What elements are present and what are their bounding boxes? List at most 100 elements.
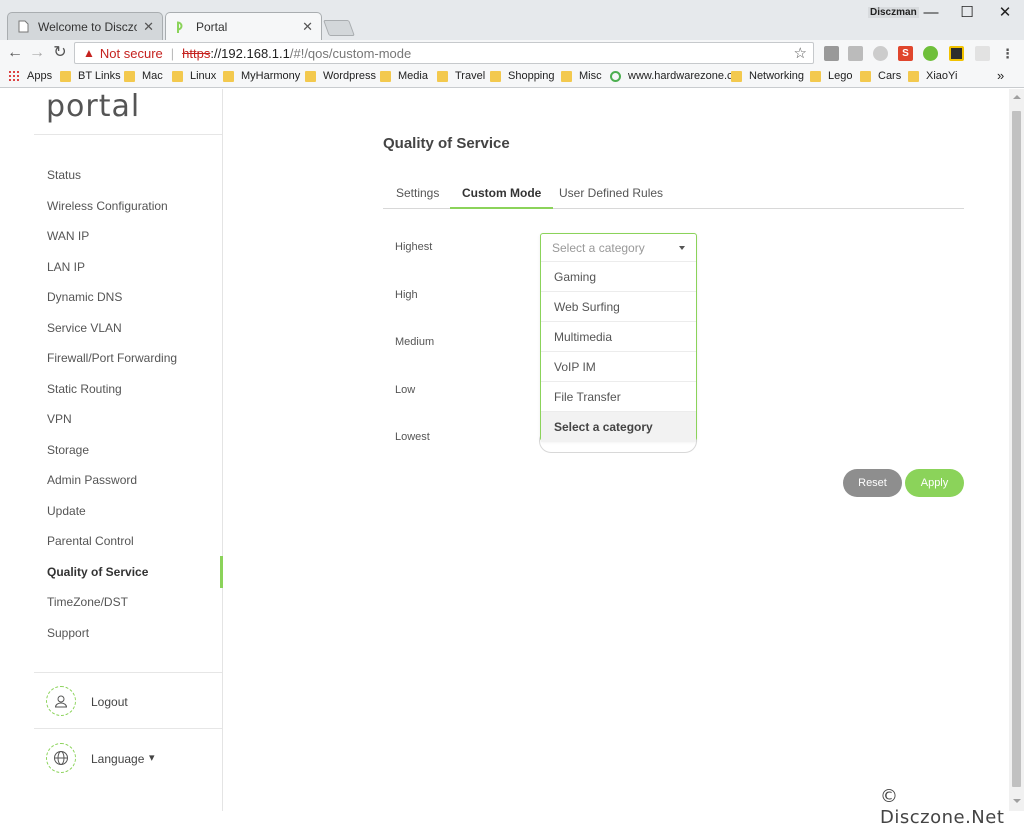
- bookmark-travel[interactable]: Travel: [437, 70, 485, 82]
- folder-icon: [305, 70, 316, 82]
- sidebar-item-timezone-dst[interactable]: TimeZone/DST: [47, 595, 128, 609]
- extension-off-icon[interactable]: [824, 46, 839, 61]
- scroll-up-icon[interactable]: [1013, 95, 1021, 99]
- dropdown-option-multimedia[interactable]: Multimedia: [541, 322, 696, 352]
- folder-icon: [810, 70, 821, 82]
- folder-icon: [172, 70, 183, 82]
- portal-logo: portal: [46, 89, 141, 124]
- sidebar-item-parental-control[interactable]: Parental Control: [47, 534, 134, 548]
- url-path: /#!/qos/custom-mode: [289, 45, 412, 61]
- bookmark-mac[interactable]: Mac: [124, 70, 163, 82]
- bookmark-label: Linux: [190, 70, 217, 82]
- category-dropdown-highest[interactable]: Select a category Gaming Web Surfing Mul…: [540, 233, 697, 442]
- sidebar: portal Status Wireless Configuration WAN…: [0, 89, 223, 811]
- apply-button[interactable]: Apply: [905, 469, 964, 497]
- bookmark-linux[interactable]: Linux: [172, 70, 216, 82]
- sidebar-item-lan-ip[interactable]: LAN IP: [47, 260, 85, 274]
- chrome-menu-icon[interactable]: ⋮: [1000, 46, 1015, 61]
- bookmark-cars[interactable]: Cars: [860, 70, 901, 82]
- profile-badge[interactable]: Disczman: [868, 7, 919, 18]
- sidebar-item-vpn[interactable]: VPN: [47, 412, 72, 426]
- priority-label-high: High: [395, 289, 418, 301]
- close-window-icon[interactable]: ✕: [990, 3, 1020, 23]
- extension-s-icon[interactable]: S: [898, 46, 913, 61]
- bookmark-label: Cars: [878, 70, 902, 82]
- new-tab-button[interactable]: [323, 20, 355, 36]
- extension-check-icon[interactable]: [949, 46, 964, 61]
- sidebar-divider: [34, 134, 222, 135]
- scrollbar-thumb[interactable]: [1012, 111, 1021, 787]
- sidebar-item-wan-ip[interactable]: WAN IP: [47, 229, 89, 243]
- portal-favicon-icon: [174, 20, 188, 34]
- url-host: ://192.168.1.1: [210, 45, 290, 61]
- sidebar-item-admin-password[interactable]: Admin Password: [47, 473, 137, 487]
- sidebar-item-status[interactable]: Status: [47, 168, 81, 182]
- bookmark-label: www.hardwarezone.c: [628, 70, 733, 82]
- close-tab-icon[interactable]: ✕: [302, 19, 313, 35]
- extension-grey-icon[interactable]: [848, 46, 863, 61]
- bookmark-star-icon[interactable]: ☆: [794, 44, 807, 62]
- dropdown-option-select-a-category[interactable]: Select a category: [541, 412, 696, 442]
- sidebar-item-service-vlan[interactable]: Service VLAN: [47, 321, 122, 335]
- watermark: © Disczone.Net: [880, 786, 1005, 828]
- warning-icon: ▲: [83, 46, 95, 60]
- bookmarks-bar: Apps BT Links Mac Linux MyHarmony Wordpr…: [0, 66, 1024, 88]
- bookmark-bt-links[interactable]: BT Links: [60, 70, 121, 82]
- extension-circle-icon[interactable]: [873, 46, 888, 61]
- minimize-icon[interactable]: —: [916, 3, 946, 23]
- sidebar-item-dynamic-dns[interactable]: Dynamic DNS: [47, 290, 122, 304]
- bookmark-myharmony[interactable]: MyHarmony: [223, 70, 300, 82]
- folder-icon: [124, 70, 135, 82]
- sidebar-item-firewall-port-forwarding[interactable]: Firewall/Port Forwarding: [47, 351, 177, 365]
- bookmark-hardwarezone[interactable]: www.hardwarezone.c: [610, 70, 733, 82]
- sidebar-item-storage[interactable]: Storage: [47, 443, 89, 457]
- dropdown-option-web-surfing[interactable]: Web Surfing: [541, 292, 696, 322]
- forward-icon[interactable]: →: [27, 43, 47, 63]
- back-icon[interactable]: ←: [5, 43, 25, 63]
- page-scrollbar[interactable]: [1009, 89, 1024, 811]
- dropdown-option-gaming[interactable]: Gaming: [541, 262, 696, 292]
- reload-icon[interactable]: ↻: [50, 43, 70, 63]
- extension-cast-icon[interactable]: [975, 46, 990, 61]
- sidebar-divider: [34, 672, 222, 673]
- sidebar-item-quality-of-service[interactable]: Quality of Service: [47, 565, 148, 579]
- globe-icon: [46, 743, 76, 773]
- folder-icon: [860, 70, 871, 82]
- folder-icon: [561, 70, 572, 82]
- folder-icon: [908, 70, 919, 82]
- extension-leaf-icon[interactable]: [923, 46, 938, 61]
- bookmarks-overflow-icon[interactable]: »: [997, 68, 1004, 83]
- tab-user-defined-rules[interactable]: User Defined Rules: [547, 183, 675, 209]
- bookmark-xiaoyi[interactable]: XiaoYi: [908, 70, 957, 82]
- bookmark-misc[interactable]: Misc: [561, 70, 602, 82]
- sidebar-item-static-routing[interactable]: Static Routing: [47, 382, 122, 396]
- page-icon: [16, 20, 30, 34]
- bookmark-apps[interactable]: Apps: [9, 70, 52, 82]
- close-tab-icon[interactable]: ✕: [143, 19, 154, 35]
- bookmark-label: BT Links: [78, 70, 121, 82]
- logout-label: Logout: [91, 695, 128, 709]
- browser-tab-disczone[interactable]: Welcome to Disczone! - □ ✕: [7, 12, 163, 40]
- sidebar-item-update[interactable]: Update: [47, 504, 86, 518]
- address-bar[interactable]: ▲ Not secure | https://192.168.1.1/#!/qo…: [74, 42, 814, 64]
- bookmark-lego[interactable]: Lego: [810, 70, 852, 82]
- bookmark-shopping[interactable]: Shopping: [490, 70, 555, 82]
- bookmark-label: Mac: [142, 70, 163, 82]
- globe-icon: [610, 70, 621, 82]
- browser-tab-portal[interactable]: Portal ✕: [165, 12, 322, 40]
- bookmark-media[interactable]: Media: [380, 70, 428, 82]
- security-status[interactable]: Not secure: [100, 46, 163, 61]
- category-select-trigger[interactable]: Select a category: [541, 234, 696, 262]
- maximize-icon[interactable]: ☐: [952, 3, 982, 23]
- dropdown-option-voip-im[interactable]: VoIP IM: [541, 352, 696, 382]
- reset-button[interactable]: Reset: [843, 469, 902, 497]
- bookmark-networking[interactable]: Networking: [731, 70, 804, 82]
- tab-custom-mode[interactable]: Custom Mode: [450, 183, 554, 209]
- tab-settings[interactable]: Settings: [384, 183, 451, 209]
- dropdown-option-file-transfer[interactable]: File Transfer: [541, 382, 696, 412]
- priority-label-highest: Highest: [395, 241, 433, 253]
- url-protocol: https: [182, 45, 211, 61]
- bookmark-wordpress[interactable]: Wordpress: [305, 70, 376, 82]
- sidebar-item-support[interactable]: Support: [47, 626, 89, 640]
- sidebar-item-wireless-configuration[interactable]: Wireless Configuration: [47, 199, 168, 213]
